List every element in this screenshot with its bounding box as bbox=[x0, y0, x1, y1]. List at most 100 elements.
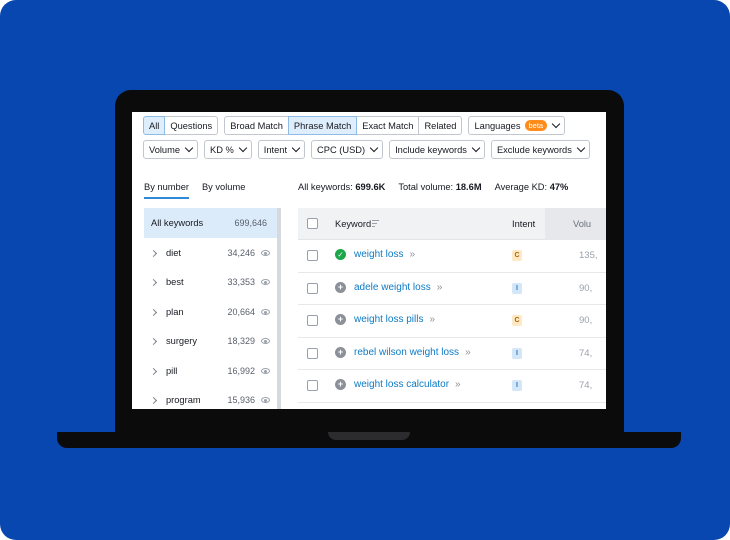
metric-filter-row: Volume KD % Intent CPC (USD) Include key… bbox=[143, 140, 590, 159]
double-chevron-icon[interactable]: » bbox=[465, 347, 470, 358]
table-row: + weight loss calculator » I 74, bbox=[298, 370, 606, 403]
intent-dropdown-label: Intent bbox=[263, 144, 288, 155]
sidebar-item-count: 34,246 bbox=[227, 248, 255, 258]
sidebar-item-pill[interactable]: pill 16,992 bbox=[144, 356, 277, 386]
row-checkbox[interactable] bbox=[307, 380, 318, 391]
eye-icon[interactable] bbox=[261, 309, 270, 315]
eye-icon[interactable] bbox=[261, 250, 270, 256]
volume-column-header[interactable]: Volu bbox=[545, 208, 606, 240]
sidebar-item-count: 20,664 bbox=[227, 307, 255, 317]
keyword-link[interactable]: weight loss pills » bbox=[354, 314, 435, 325]
row-checkbox[interactable] bbox=[307, 250, 318, 261]
match-type-group: Broad Match Phrase Match Exact Match Rel… bbox=[224, 116, 463, 135]
double-chevron-icon[interactable]: » bbox=[455, 379, 460, 390]
sidebar-item-plan[interactable]: plan 20,664 bbox=[144, 297, 277, 327]
sidebar-item-label: All keywords bbox=[151, 218, 204, 228]
add-circle-icon[interactable]: + bbox=[335, 346, 346, 358]
chevron-down-icon bbox=[551, 119, 561, 129]
add-circle-icon[interactable]: + bbox=[335, 314, 346, 325]
eye-icon[interactable] bbox=[261, 279, 270, 285]
volume-value: 90, bbox=[579, 282, 593, 294]
exclude-keywords-dropdown[interactable]: Exclude keywords bbox=[490, 140, 590, 159]
questions-toggle[interactable]: Questions bbox=[164, 116, 219, 135]
include-keywords-dropdown[interactable]: Include keywords bbox=[389, 140, 485, 159]
average-kd-stat-label: Average KD: bbox=[494, 182, 548, 192]
sidebar-item-program[interactable]: program 15,936 bbox=[144, 385, 277, 409]
eye-icon[interactable] bbox=[261, 338, 270, 344]
add-circle-icon[interactable]: + bbox=[335, 379, 346, 390]
group-view-tabs: By number By volume bbox=[144, 182, 245, 199]
sidebar-item-best[interactable]: best 33,353 bbox=[144, 267, 277, 297]
sidebar-item-surgery[interactable]: surgery 18,329 bbox=[144, 326, 277, 356]
all-keywords-stat-value: 699.6K bbox=[355, 182, 386, 192]
languages-label: Languages bbox=[474, 120, 521, 131]
sidebar-item-all-keywords[interactable]: All keywords 699,646 bbox=[144, 208, 277, 238]
intent-dropdown[interactable]: Intent bbox=[257, 140, 306, 159]
volume-value: 74, bbox=[579, 380, 593, 391]
beta-badge: beta bbox=[524, 120, 548, 131]
volume-dropdown[interactable]: Volume bbox=[143, 140, 199, 159]
sidebar-item-count: 33,353 bbox=[227, 277, 255, 287]
kd-dropdown[interactable]: KD % bbox=[204, 140, 252, 159]
tab-by-volume[interactable]: By volume bbox=[202, 182, 245, 199]
include-keywords-label: Include keywords bbox=[395, 144, 467, 155]
sidebar-scrollbar[interactable] bbox=[277, 208, 281, 409]
table-row: ✓ weight loss » C 135, bbox=[298, 240, 606, 273]
cpc-dropdown[interactable]: CPC (USD) bbox=[311, 140, 384, 159]
add-circle-icon[interactable]: + bbox=[335, 281, 346, 293]
exact-match-toggle[interactable]: Exact Match bbox=[356, 116, 420, 135]
select-all-checkbox[interactable] bbox=[307, 218, 318, 229]
double-chevron-icon[interactable]: » bbox=[409, 249, 414, 260]
background: All Questions Broad Match Phrase Match E… bbox=[0, 0, 730, 540]
languages-dropdown[interactable]: Languages beta bbox=[468, 116, 566, 135]
exclude-keywords-label: Exclude keywords bbox=[496, 144, 572, 155]
related-toggle[interactable]: Related bbox=[418, 116, 463, 135]
keyword-link[interactable]: weight loss calculator » bbox=[354, 379, 461, 390]
double-chevron-icon[interactable]: » bbox=[429, 314, 434, 325]
chevron-down-icon bbox=[238, 143, 248, 153]
tab-by-number[interactable]: By number bbox=[144, 182, 189, 199]
sidebar-item-count: 16,992 bbox=[227, 366, 255, 376]
phrase-match-toggle[interactable]: Phrase Match bbox=[287, 116, 358, 135]
sidebar-item-label: best bbox=[166, 277, 184, 287]
sidebar-item-label: pill bbox=[166, 366, 178, 376]
keyword-text: weight loss calculator bbox=[354, 379, 450, 390]
total-volume-stat-value: 18.6M bbox=[455, 182, 482, 192]
all-toggle[interactable]: All bbox=[143, 116, 166, 135]
row-checkbox[interactable] bbox=[307, 282, 318, 294]
sidebar-item-diet[interactable]: diet 34,246 bbox=[144, 238, 277, 268]
broad-match-toggle[interactable]: Broad Match bbox=[224, 116, 289, 135]
eye-icon[interactable] bbox=[261, 368, 270, 374]
intent-badge: I bbox=[512, 380, 522, 391]
cpc-dropdown-label: CPC (USD) bbox=[317, 144, 366, 155]
sidebar-item-count: 18,329 bbox=[227, 336, 255, 346]
keyword-stats: All keywords: 699.6K Total volume: 18.6M… bbox=[298, 182, 568, 192]
check-circle-icon: ✓ bbox=[335, 249, 346, 260]
table-row: + rebel wilson weight loss » I 74, bbox=[298, 338, 606, 370]
keyword-link[interactable]: rebel wilson weight loss » bbox=[354, 346, 471, 358]
sort-icon[interactable] bbox=[372, 220, 379, 228]
kd-dropdown-label: KD % bbox=[210, 144, 234, 155]
row-checkbox[interactable] bbox=[307, 347, 318, 359]
table-row: + weight loss pills » C 90, bbox=[298, 305, 606, 338]
keyword-table: Keyword Intent Volu ✓ weight loss » C 135… bbox=[298, 208, 606, 409]
keyword-link[interactable]: adele weight loss » bbox=[354, 282, 442, 293]
sidebar-item-label: program bbox=[166, 395, 201, 405]
table-header: Keyword Intent Volu bbox=[298, 208, 606, 240]
eye-icon[interactable] bbox=[261, 397, 270, 403]
keyword-text: weight loss bbox=[354, 249, 404, 260]
sidebar-item-count: 699,646 bbox=[234, 218, 267, 228]
sidebar-item-count: 15,936 bbox=[227, 395, 255, 405]
double-chevron-icon[interactable]: » bbox=[437, 282, 442, 293]
intent-badge: I bbox=[512, 347, 522, 359]
row-checkbox[interactable] bbox=[307, 315, 318, 326]
keyword-column-header[interactable]: Keyword bbox=[335, 219, 371, 229]
keyword-link[interactable]: weight loss » bbox=[354, 249, 415, 260]
volume-dropdown-label: Volume bbox=[149, 144, 181, 155]
sidebar-item-label: plan bbox=[166, 307, 184, 317]
chevron-right-icon bbox=[149, 367, 158, 375]
chevron-down-icon bbox=[369, 143, 379, 153]
intent-column-header[interactable]: Intent bbox=[512, 219, 535, 229]
average-kd-stat-value: 47% bbox=[549, 182, 569, 192]
keyword-text: rebel wilson weight loss bbox=[354, 346, 460, 358]
